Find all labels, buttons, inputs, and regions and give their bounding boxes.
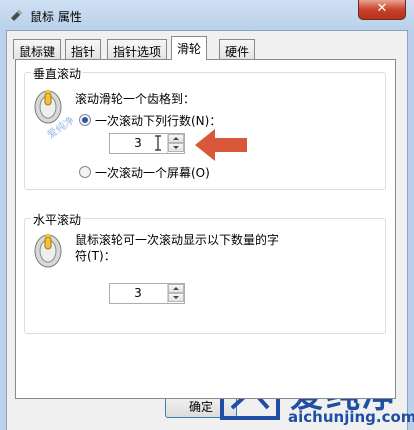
- tab-pointers[interactable]: 指针: [65, 39, 102, 59]
- vertical-scroll-description: 滚动滑轮一个齿格到：: [75, 92, 196, 106]
- horizontal-scroll-title: 水平滚动: [31, 211, 84, 228]
- dialog-client: 鼠标键 指针 指针选项 滑轮 硬件 垂直滚动 滚动滑轮一个齿格到： 一次滚动下列…: [6, 30, 408, 430]
- text-cursor-icon: [155, 135, 161, 151]
- tab-pointer-options[interactable]: 指针选项: [107, 39, 168, 59]
- spinner-down-icon[interactable]: [168, 143, 184, 152]
- wheel-icon: [34, 233, 62, 268]
- tab-wheel[interactable]: 滑轮: [171, 36, 208, 60]
- brand-url: aichunjing.com: [288, 408, 414, 426]
- vertical-scroll-title: 垂直滚动: [31, 65, 84, 82]
- close-icon: ✕: [376, 1, 388, 16]
- tab-hardware[interactable]: 硬件: [219, 39, 256, 59]
- spinner-down-icon[interactable]: [168, 293, 184, 302]
- window-title: 鼠标 属性: [30, 10, 82, 24]
- vertical-scroll-group: 垂直滚动 滚动滑轮一个齿格到： 一次滚动下列行数(N)： 3 一次滚动一个屏幕(…: [24, 65, 386, 190]
- radio-scroll-screen[interactable]: [79, 166, 91, 178]
- wheel-tab-panel: 垂直滚动 滚动滑轮一个齿格到： 一次滚动下列行数(N)： 3 一次滚动一个屏幕(…: [15, 59, 396, 399]
- lines-spinner-buttons: [167, 134, 184, 153]
- horizontal-scroll-description-1: 鼠标滚轮可一次滚动显示以下数量的字: [75, 233, 280, 247]
- spinner-up-icon[interactable]: [168, 134, 184, 143]
- lines-spinner[interactable]: 3: [109, 133, 185, 154]
- red-arrow-icon: [195, 129, 247, 161]
- horizontal-scroll-description-2: 符(T)：: [75, 249, 116, 263]
- mouse-icon: [11, 10, 22, 21]
- chars-spinner-buttons: [167, 284, 184, 303]
- spinner-up-icon[interactable]: [168, 284, 184, 293]
- radio-scroll-lines[interactable]: [79, 114, 91, 126]
- tab-buttons[interactable]: 鼠标键: [13, 39, 62, 59]
- close-button[interactable]: ✕: [358, 0, 406, 20]
- chars-spinner[interactable]: 3: [109, 283, 185, 304]
- title-bar: 鼠标 属性 ✕: [0, 0, 414, 30]
- horizontal-scroll-group: 水平滚动 鼠标滚轮可一次滚动显示以下数量的字 符(T)： 3: [24, 211, 386, 334]
- radio-scroll-screen-label: 一次滚动一个屏幕(O): [95, 166, 210, 180]
- chars-spinner-value: 3: [134, 286, 142, 300]
